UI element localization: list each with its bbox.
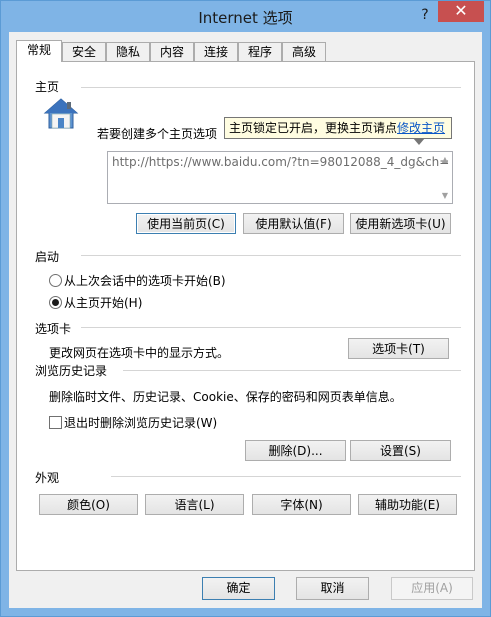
dialog-window: Internet 选项 ? ✕ 常规 安全 隐私 内容 连接 程序 高级 主页 xyxy=(0,0,491,617)
languages-button[interactable]: 语言(L) xyxy=(145,494,244,515)
tab-security[interactable]: 安全 xyxy=(62,42,106,61)
dialog-client: 常规 安全 隐私 内容 连接 程序 高级 主页 若要创建多个主页选项 http:… xyxy=(9,32,482,608)
tabs-description: 更改网页在选项卡中的显示方式。 xyxy=(49,346,230,360)
tabs-section-label: 选项卡 xyxy=(35,322,72,336)
use-default-button[interactable]: 使用默认值(F) xyxy=(243,213,344,234)
history-description: 删除临时文件、历史记录、Cookie、保存的密码和网页表单信息。 xyxy=(49,390,402,404)
tooltip-text: 主页锁定已开启，更换主页请点 xyxy=(229,121,398,135)
history-settings-button[interactable]: 设置(S) xyxy=(350,440,451,461)
modify-home-link[interactable]: 修改主页 xyxy=(397,121,445,135)
divider xyxy=(81,327,461,328)
tab-connections[interactable]: 连接 xyxy=(194,42,238,61)
accessibility-button[interactable]: 辅助功能(E) xyxy=(358,494,457,515)
tab-programs[interactable]: 程序 xyxy=(238,42,282,61)
tab-content[interactable]: 内容 xyxy=(150,42,194,61)
fonts-button[interactable]: 字体(N) xyxy=(252,494,351,515)
cancel-button[interactable]: 取消 xyxy=(296,577,369,600)
history-section-label: 浏览历史记录 xyxy=(35,364,108,378)
ok-button[interactable]: 确定 xyxy=(202,577,275,600)
startup-home-radio[interactable] xyxy=(49,296,62,309)
apply-button[interactable]: 应用(A) xyxy=(391,577,473,600)
delete-on-exit-checkbox[interactable] xyxy=(49,416,62,429)
delete-history-button[interactable]: 删除(D)... xyxy=(245,440,346,461)
use-new-tab-button[interactable]: 使用新选项卡(U) xyxy=(350,213,451,234)
general-panel: 主页 若要创建多个主页选项 http://https://www.baidu.c… xyxy=(16,61,475,571)
home-section-label: 主页 xyxy=(35,80,60,94)
tooltip-pointer xyxy=(413,138,425,145)
appearance-section-label: 外观 xyxy=(35,471,60,485)
scroll-up-icon[interactable]: ▲ xyxy=(440,155,450,164)
colors-button[interactable]: 颜色(O) xyxy=(39,494,138,515)
home-lock-tooltip: 主页锁定已开启，更换主页请点修改主页 xyxy=(224,117,452,139)
home-description: 若要创建多个主页选项 xyxy=(97,127,218,141)
use-current-button[interactable]: 使用当前页(C) xyxy=(136,213,236,234)
tab-privacy[interactable]: 隐私 xyxy=(106,42,150,61)
tab-general[interactable]: 常规 xyxy=(16,40,62,62)
close-icon: ✕ xyxy=(454,1,468,20)
divider xyxy=(123,370,461,371)
close-button[interactable]: ✕ xyxy=(438,1,484,22)
home-page-url-field[interactable]: http://https://www.baidu.com/?tn=9801208… xyxy=(107,151,453,204)
divider xyxy=(81,255,461,256)
delete-on-exit-label[interactable]: 退出时删除浏览历史记录(W) xyxy=(64,414,217,431)
startup-section-label: 启动 xyxy=(35,250,60,264)
home-page-url: http://https://www.baidu.com/?tn=9801208… xyxy=(112,155,450,169)
house-icon xyxy=(43,97,79,131)
divider xyxy=(81,87,461,88)
divider xyxy=(111,476,461,477)
startup-last-session-label[interactable]: 从上次会话中的选项卡开始(B) xyxy=(64,272,226,289)
tabs-settings-button[interactable]: 选项卡(T) xyxy=(348,338,449,359)
startup-last-session-radio[interactable] xyxy=(49,274,62,287)
help-button[interactable]: ? xyxy=(413,5,437,25)
startup-home-label[interactable]: 从主页开始(H) xyxy=(64,294,142,311)
title-bar[interactable]: Internet 选项 ? ✕ xyxy=(1,1,490,32)
tab-advanced[interactable]: 高级 xyxy=(282,42,326,61)
scroll-down-icon[interactable]: ▼ xyxy=(440,191,450,200)
